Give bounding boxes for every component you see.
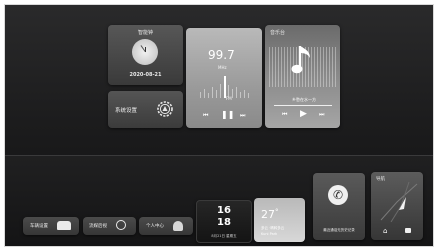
date-time-widget[interactable]: 16 18 8月21日 星期五: [196, 200, 252, 243]
radio-unit: MHz: [218, 65, 227, 70]
radio-card[interactable]: 99.7 MHz FM ⏮ ❚❚ ⏭: [186, 28, 262, 128]
clock-date: 2020-08-21: [129, 72, 162, 78]
radio-prev-button[interactable]: ⏮: [203, 112, 208, 120]
record-icon: [116, 220, 126, 230]
radio-frequency: 99.7: [208, 48, 235, 62]
phone-caption: 最近通话无历史记录: [323, 228, 355, 232]
video-recorder-label: 流媒后视: [89, 224, 107, 229]
car-settings-button[interactable]: 车辆设置: [23, 217, 79, 235]
date-caption: 8月21日 星期五: [211, 234, 237, 238]
music-card[interactable]: 音乐台 乡愁在水一方 ⏮ ▶ ⏭: [265, 25, 340, 128]
clock-title: 智能钟: [137, 30, 153, 36]
radio-tuner-scale: [196, 76, 252, 98]
radio-next-button[interactable]: ⏭: [240, 112, 245, 120]
car-settings-label: 车辆设置: [30, 224, 48, 229]
radio-pause-button[interactable]: ❚❚: [221, 110, 234, 119]
system-settings-card[interactable]: 系统设置: [108, 91, 183, 128]
navigation-card[interactable]: 导航 ⌂: [371, 172, 423, 240]
weather-widget[interactable]: 27° 多云 ·晴转多云 Kuni Park: [254, 198, 305, 242]
analog-clock-icon: [132, 39, 158, 65]
system-settings-label: 系统设置: [115, 108, 138, 114]
home-icon[interactable]: ⌂: [383, 227, 387, 235]
music-next-button[interactable]: ⏭: [319, 111, 324, 119]
home-screen: 智能钟 2020-08-21 系统设置 99.7 MHz FM ⏮ ❚❚ ⏭ 音…: [4, 4, 434, 247]
weather-temp-value: 27: [261, 208, 275, 221]
music-progress-bar[interactable]: [274, 105, 332, 106]
weather-line2: Kuni Park: [261, 232, 278, 236]
music-title: 音乐台: [270, 30, 286, 36]
video-recorder-button[interactable]: 流媒后视: [83, 217, 136, 235]
phone-icon: ✆: [328, 185, 348, 205]
phone-card[interactable]: ✆ 最近通话无历史记录: [313, 173, 365, 240]
time-minute: 18: [217, 217, 231, 228]
time-hour: 16: [217, 205, 231, 216]
weather-line1: 多云 ·晴转多云: [261, 226, 285, 230]
radio-band: FM: [226, 96, 232, 101]
personal-center-button[interactable]: 个人中心: [139, 217, 193, 235]
work-icon[interactable]: [405, 228, 411, 233]
weather-temperature: 27°: [261, 208, 279, 221]
music-note-icon: [291, 46, 310, 74]
clock-card[interactable]: 智能钟 2020-08-21: [108, 25, 183, 85]
music-song: 乡愁在水一方: [292, 97, 316, 102]
weather-temp-unit: °: [275, 208, 279, 216]
music-prev-button[interactable]: ⏮: [282, 111, 287, 119]
music-play-button[interactable]: ▶: [300, 109, 307, 119]
gear-icon: [157, 101, 173, 117]
user-avatar-icon: [173, 221, 183, 231]
personal-center-label: 个人中心: [146, 224, 164, 229]
car-icon: [57, 221, 71, 230]
route-lines: [380, 182, 418, 222]
